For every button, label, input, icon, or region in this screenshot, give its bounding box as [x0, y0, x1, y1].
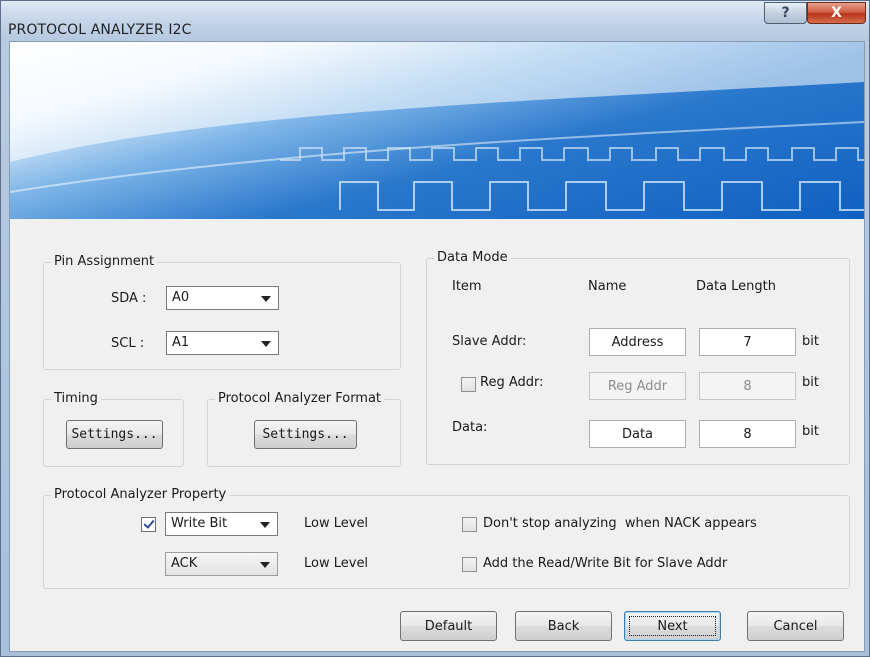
chevron-down-icon — [261, 296, 271, 302]
default-button[interactable]: Default — [400, 611, 497, 641]
title-bar[interactable]: PROTOCOL ANALYZER I2C ? X — [1, 1, 869, 41]
data-name-field[interactable]: Data — [589, 420, 686, 448]
data-label: Data: — [452, 420, 488, 435]
write-bit-select[interactable]: Write Bit — [165, 512, 278, 536]
write-bit-level: Low Level — [304, 516, 369, 531]
focus-ring — [629, 616, 716, 636]
sda-select[interactable]: A0 — [166, 286, 279, 310]
reg-addr-label: Reg Addr: — [480, 375, 544, 390]
close-button[interactable]: X — [807, 2, 866, 24]
chevron-down-icon — [260, 562, 270, 568]
data-unit: bit — [802, 424, 819, 439]
scl-label: SCL : — [111, 336, 145, 351]
slave-addr-unit: bit — [802, 334, 819, 349]
ack-select[interactable]: ACK — [165, 552, 278, 576]
sda-select-value: A0 — [172, 290, 190, 305]
dialog-window: PROTOCOL ANALYZER I2C ? X Pin Assignment… — [0, 0, 870, 657]
format-settings-button[interactable]: Settings... — [254, 420, 357, 449]
property-legend: Protocol Analyzer Property — [51, 487, 230, 502]
write-bit-checkbox[interactable] — [141, 517, 156, 532]
scl-select-value: A1 — [172, 335, 190, 350]
header-data-length: Data Length — [696, 279, 777, 294]
sda-label: SDA : — [111, 291, 147, 306]
slave-addr-label: Slave Addr: — [452, 334, 527, 349]
header-item: Item — [452, 279, 482, 294]
ack-level: Low Level — [304, 556, 369, 571]
header-name: Name — [588, 279, 627, 294]
next-button[interactable]: Next — [624, 611, 721, 641]
pin-assignment-group: Pin Assignment SDA : A0 SCL : A1 — [43, 254, 401, 370]
help-button[interactable]: ? — [764, 2, 807, 24]
back-button[interactable]: Back — [515, 611, 612, 641]
timing-settings-button[interactable]: Settings... — [66, 420, 163, 449]
rw-bit-option-label: Add the Read/Write Bit for Slave Addr — [483, 556, 728, 571]
window-title: PROTOCOL ANALYZER I2C — [8, 22, 192, 38]
chevron-down-icon — [261, 341, 271, 347]
reg-addr-length-field: 8 — [699, 372, 796, 400]
pin-assignment-legend: Pin Assignment — [51, 254, 158, 269]
scl-select[interactable]: A1 — [166, 331, 279, 355]
timing-group: Timing Settings... — [43, 391, 184, 467]
data-length-field[interactable]: 8 — [699, 420, 796, 448]
nack-option-label: Don't stop analyzing when NACK appears — [483, 516, 757, 531]
timing-legend: Timing — [51, 391, 101, 406]
slave-addr-length-field[interactable]: 7 — [699, 328, 796, 356]
reg-addr-unit: bit — [802, 375, 819, 390]
slave-addr-name-field[interactable]: Address — [589, 328, 686, 356]
nack-checkbox[interactable] — [462, 517, 477, 532]
write-bit-select-value: Write Bit — [171, 516, 228, 531]
cancel-button[interactable]: Cancel — [747, 611, 844, 641]
data-mode-legend: Data Mode — [434, 250, 511, 265]
header-banner — [10, 42, 864, 219]
format-group: Protocol Analyzer Format Settings... — [207, 391, 401, 467]
property-group: Protocol Analyzer Property Write Bit Low… — [43, 487, 850, 589]
data-mode-group: Data Mode Item Name Data Length Slave Ad… — [426, 250, 850, 465]
format-legend: Protocol Analyzer Format — [215, 391, 385, 406]
reg-addr-checkbox[interactable] — [461, 377, 476, 392]
rw-bit-checkbox[interactable] — [462, 557, 477, 572]
waveform-graphic — [10, 42, 864, 211]
chevron-down-icon — [260, 522, 270, 528]
ack-select-value: ACK — [171, 556, 198, 571]
reg-addr-name-field: Reg Addr — [589, 372, 686, 400]
dialog-body: Pin Assignment SDA : A0 SCL : A1 Timing … — [9, 41, 865, 652]
